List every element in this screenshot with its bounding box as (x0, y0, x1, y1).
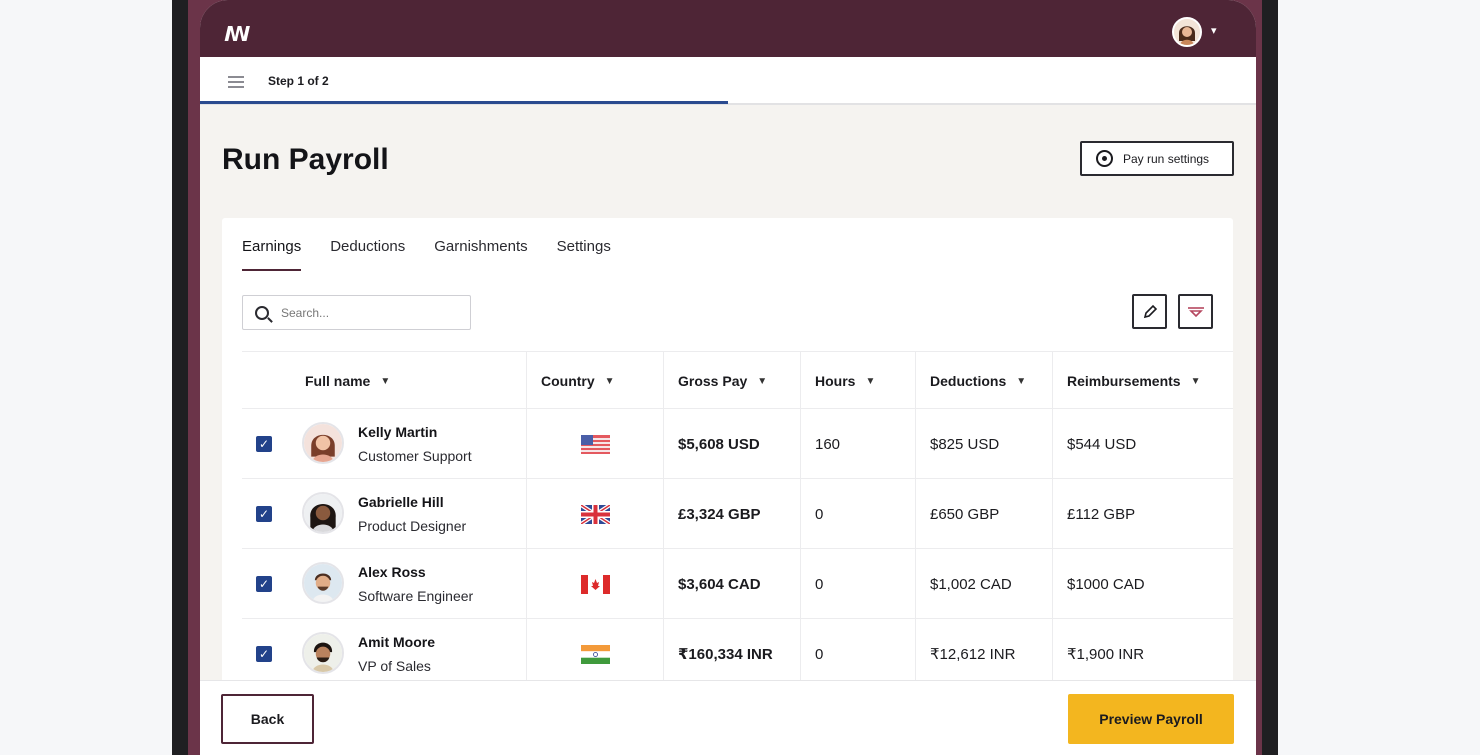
employee-name: Amit Moore (358, 634, 435, 650)
hours-cell: 160 (800, 409, 915, 479)
table-row[interactable]: ✓ Alex Ross Software Engineer $3,604 CAD… (242, 549, 1233, 619)
main-content: Run Payroll Pay run settings Earnings De… (200, 105, 1256, 689)
payroll-table: Full name ▼ Country ▼ Gross Pay ▼ Hours ▼ De… (242, 351, 1233, 689)
device-bezel-right (1262, 0, 1278, 755)
row-checkbox[interactable]: ✓ (256, 646, 272, 662)
india-flag-icon (580, 644, 610, 664)
sort-caret-icon: ▼ (865, 375, 876, 387)
filter-button[interactable] (1178, 294, 1213, 329)
avatar (302, 422, 344, 464)
tab-settings[interactable]: Settings (557, 238, 611, 271)
step-indicator: Step 1 of 2 (268, 74, 329, 88)
us-flag-icon (580, 434, 610, 454)
tab-bar: Earnings Deductions Garnishments Setting… (242, 238, 640, 271)
hamburger-menu-icon[interactable] (228, 76, 244, 88)
canada-flag-icon (580, 574, 610, 594)
employee-name: Gabrielle Hill (358, 494, 444, 510)
column-hours[interactable]: Hours ▼ (800, 352, 915, 410)
country-cell (526, 619, 663, 689)
deductions-cell: $1,002 CAD (915, 549, 1052, 619)
country-cell (526, 479, 663, 549)
settings-radio-icon (1096, 150, 1113, 167)
search-box[interactable] (242, 295, 471, 330)
row-checkbox[interactable]: ✓ (256, 506, 272, 522)
tab-earnings[interactable]: Earnings (242, 238, 302, 271)
avatar (302, 562, 344, 604)
gross-pay-cell: £3,324 GBP (663, 479, 800, 549)
reimbursements-cell: £112 GBP (1052, 479, 1233, 549)
column-deductions[interactable]: Deductions ▼ (915, 352, 1052, 410)
pencil-icon (1143, 304, 1157, 318)
table-header: Full name ▼ Country ▼ Gross Pay ▼ Hours ▼ De… (242, 351, 1233, 410)
reimbursements-cell: ₹1,900 INR (1052, 619, 1233, 689)
reimbursements-cell: $1000 CAD (1052, 549, 1233, 619)
gross-pay-cell: ₹160,334 INR (663, 619, 800, 689)
column-full-name[interactable]: Full name ▼ (242, 352, 526, 410)
column-gross-pay[interactable]: Gross Pay ▼ (663, 352, 800, 410)
search-input[interactable] (281, 305, 451, 320)
app-logo: ꟿ (224, 22, 250, 46)
edit-button[interactable] (1132, 294, 1167, 329)
page-title: Run Payroll (222, 143, 389, 176)
employee-name: Kelly Martin (358, 424, 438, 440)
gross-pay-cell: $5,608 USD (663, 409, 800, 479)
sort-caret-icon: ▼ (1016, 375, 1027, 387)
pay-run-settings-label: Pay run settings (1123, 151, 1210, 166)
country-cell (526, 409, 663, 479)
employee-role: VP of Sales (358, 658, 431, 674)
search-icon (255, 305, 269, 320)
filter-icon (1187, 306, 1204, 317)
sort-caret-icon: ▼ (757, 375, 768, 387)
avatar (302, 492, 344, 534)
tab-garnishments[interactable]: Garnishments (434, 238, 527, 271)
table-row[interactable]: ✓ Gabrielle Hill Product Designer £3,324… (242, 479, 1233, 549)
hours-cell: 0 (800, 549, 915, 619)
footer-bar: Back Preview Payroll (200, 680, 1256, 755)
pay-run-settings-button[interactable]: Pay run settings (1080, 141, 1234, 176)
step-bar: Step 1 of 2 (200, 57, 1256, 105)
reimbursements-cell: $544 USD (1052, 409, 1233, 479)
deductions-cell: ₹12,612 INR (915, 619, 1052, 689)
row-checkbox[interactable]: ✓ (256, 576, 272, 592)
sort-caret-icon: ▼ (604, 375, 615, 387)
uk-flag-icon (580, 504, 610, 524)
back-button[interactable]: Back (221, 694, 314, 744)
top-bar: ꟿ ▾ (200, 0, 1256, 57)
employee-role: Product Designer (358, 518, 467, 534)
app-screen: ꟿ ▾ Step 1 of 2 Run Payroll Pay run sett… (200, 0, 1256, 755)
hours-cell: 0 (800, 619, 915, 689)
column-country[interactable]: Country ▼ (526, 352, 663, 410)
device-bezel-left (172, 0, 188, 755)
user-avatar[interactable] (1172, 17, 1202, 47)
sort-caret-icon: ▼ (380, 375, 391, 387)
deductions-cell: $825 USD (915, 409, 1052, 479)
tab-deductions[interactable]: Deductions (330, 238, 405, 271)
table-row[interactable]: ✓ Amit Moore VP of Sales ₹160,334 INR 0 … (242, 619, 1233, 689)
country-cell (526, 549, 663, 619)
employee-role: Customer Support (358, 448, 472, 464)
preview-payroll-button[interactable]: Preview Payroll (1068, 694, 1234, 744)
column-reimbursements[interactable]: Reimbursements ▼ (1052, 352, 1233, 410)
employee-name: Alex Ross (358, 564, 426, 580)
avatar (302, 632, 344, 674)
table-row[interactable]: ✓ Kelly Martin Customer Support $5,608 U… (242, 409, 1233, 479)
gross-pay-cell: $3,604 CAD (663, 549, 800, 619)
chevron-down-icon[interactable]: ▾ (1211, 24, 1217, 37)
hours-cell: 0 (800, 479, 915, 549)
payroll-card: Earnings Deductions Garnishments Setting… (222, 218, 1233, 689)
deductions-cell: £650 GBP (915, 479, 1052, 549)
sort-caret-icon: ▼ (1190, 375, 1201, 387)
row-checkbox[interactable]: ✓ (256, 436, 272, 452)
step-progress-bar (200, 101, 728, 104)
employee-role: Software Engineer (358, 588, 474, 604)
